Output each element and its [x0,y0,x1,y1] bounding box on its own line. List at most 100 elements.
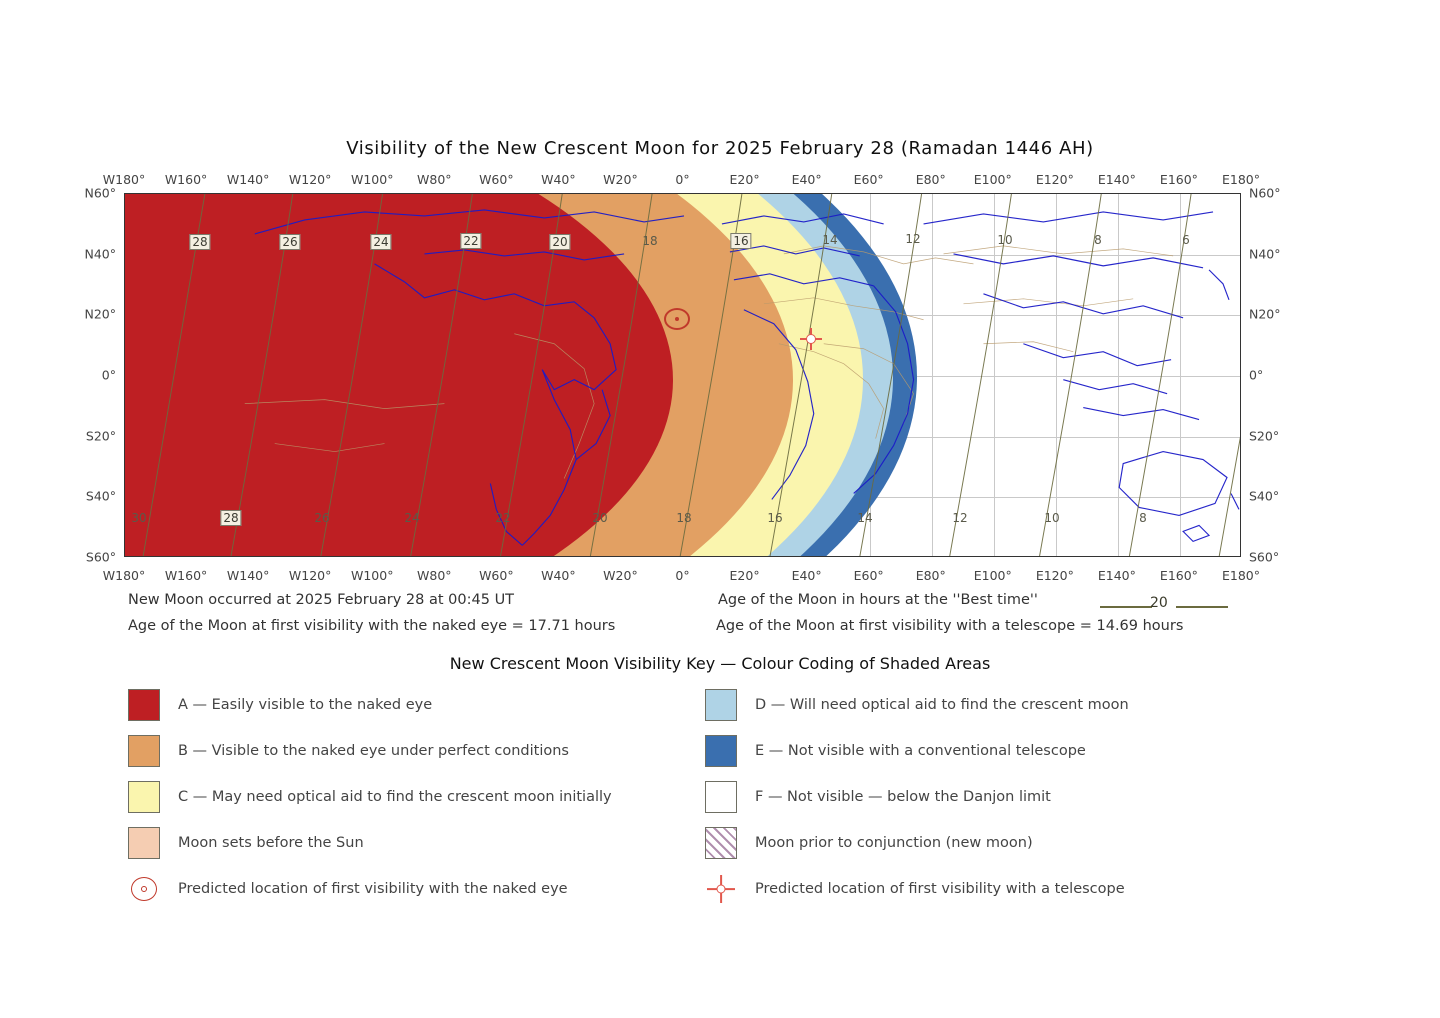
key-item[interactable]: Predicted location of first visibility w… [705,872,1125,906]
telescope-symbol-c [716,884,726,894]
contour-label-10: 10 [997,233,1013,247]
best-time-line-right [1176,606,1228,608]
key-item-label: Moon sets before the Sun [178,835,364,851]
longitude-tick-13: E80° [915,568,946,583]
latitude-tick-4: S20° [85,428,116,444]
note-new-moon: New Moon occurred at 2025 February 28 at… [128,592,515,608]
latitude-tick-2: N20° [1249,306,1281,322]
key-item[interactable]: B — Visible to the naked eye under perfe… [128,734,569,768]
longitude-tick-1: W160° [164,172,208,187]
colour-swatch [128,689,160,721]
contour-label-18: 18 [642,234,658,248]
naked-eye-symbol-dot [141,886,147,892]
visibility-map-page: Visibility of the New Crescent Moon for … [0,0,1440,1018]
key-item[interactable]: Predicted location of first visibility w… [128,872,568,906]
contour-label-16: 16 [730,233,752,249]
best-time-sample-line: 20 [1100,595,1228,613]
contour-label-16: 16 [767,511,783,525]
latitude-tick-2: N20° [84,306,116,322]
telescope-location-marker[interactable] [800,328,822,350]
longitude-tick-6: W60° [479,172,514,187]
key-item-label: B — Visible to the naked eye under perfe… [178,743,569,759]
key-item[interactable]: A — Easily visible to the naked eye [128,688,432,722]
best-time-line-left [1100,606,1152,608]
contour-label-10: 10 [1044,511,1060,525]
longitude-axis-bottom: W180° W160° W140° W120° W100° W80° W60° W40° W20… [103,568,1260,584]
contour-label-14: 14 [822,233,838,247]
telescope-marker-center [806,334,816,344]
page-title: Visibility of the New Crescent Moon for … [346,138,1094,159]
longitude-tick-4: W100° [350,568,394,583]
longitude-tick-14: E100° [973,568,1012,583]
longitude-tick-3: W120° [288,568,332,583]
latitude-axis-right: N60° N40° N20° 0° S20° S40° S60° [1245,186,1307,565]
longitude-tick-5: W80° [417,568,452,583]
naked-eye-location-marker[interactable] [664,308,690,330]
key-item-label: Predicted location of first visibility w… [755,881,1125,897]
note-telescope-age: Age of the Moon at first visibility with… [716,618,1184,634]
longitude-tick-18: E180° [1221,568,1261,583]
note-naked-eye-age: Age of the Moon at first visibility with… [128,618,616,634]
colour-swatch [705,781,737,813]
latitude-axis-left: N60° N40° N20° 0° S20° S40° S60° [60,186,122,565]
naked-eye-marker-dot [675,317,679,321]
longitude-tick-16: E140° [1097,172,1136,187]
latitude-tick-3: 0° [1249,367,1264,383]
longitude-tick-17: E160° [1159,172,1198,187]
note-best-time-label: Age of the Moon in hours at the ''Best t… [718,592,1038,608]
contour-label-8: 8 [1094,233,1102,247]
contour-label-6: 6 [1182,233,1190,247]
longitude-tick-2: W140° [226,568,270,583]
colour-swatch [705,689,737,721]
latitude-tick-1: N40° [84,246,116,262]
contour-label-28: 28 [220,510,242,526]
contour-label-8: 8 [1139,511,1147,525]
longitude-tick-16: E140° [1097,568,1136,583]
key-item-label: F — Not visible — below the Danjon limit [755,789,1051,805]
contour-label-28: 28 [189,234,211,250]
longitude-tick-17: E160° [1159,568,1198,583]
key-item[interactable]: F — Not visible — below the Danjon limit [705,780,1051,814]
contour-label-12: 12 [952,511,968,525]
telescope-symbol-icon [705,873,737,905]
contour-label-30: 30 [131,511,147,525]
key-item[interactable]: D — Will need optical aid to find the cr… [705,688,1129,722]
key-item[interactable]: E — Not visible with a conventional tele… [705,734,1086,768]
hatch-swatch-icon [705,827,737,859]
longitude-tick-8: W20° [603,172,638,187]
latitude-tick-3: 0° [101,367,116,383]
longitude-tick-10: E20° [729,172,760,187]
latitude-tick-1: N40° [1249,246,1281,262]
key-item[interactable]: Moon sets before the Sun [128,826,364,860]
latitude-tick-0: N60° [1249,185,1281,201]
latitude-tick-4: S20° [1249,428,1280,444]
contour-label-20: 20 [592,511,608,525]
longitude-tick-15: E120° [1035,568,1074,583]
longitude-tick-4: W100° [350,172,394,187]
key-item[interactable]: C — May need optical aid to find the cre… [128,780,612,814]
colour-swatch [128,735,160,767]
longitude-tick-15: E120° [1035,172,1074,187]
longitude-axis-top: W180° W160° W140° W120° W100° W80° W60° W40° W20… [103,172,1260,188]
colour-swatch [128,827,160,859]
longitude-tick-3: W120° [288,172,332,187]
contour-label-20: 20 [549,234,571,250]
longitude-tick-11: E40° [791,172,822,187]
colour-swatch [128,781,160,813]
longitude-tick-0: W180° [102,568,146,583]
longitude-tick-13: E80° [915,172,946,187]
key-item[interactable]: Moon prior to conjunction (new moon) [705,826,1033,860]
contour-label-24: 24 [370,234,392,250]
latitude-tick-6: S60° [85,549,116,565]
longitude-tick-9: 0° [675,172,690,187]
contour-label-22: 22 [460,233,482,249]
contour-label-24: 24 [404,511,420,525]
longitude-tick-12: E60° [853,172,884,187]
longitude-tick-7: W40° [541,172,576,187]
longitude-tick-9: 0° [675,568,690,583]
longitude-tick-12: E60° [853,568,884,583]
naked-eye-symbol-icon [128,873,160,905]
key-item-label: E — Not visible with a conventional tele… [755,743,1086,759]
contour-label-18: 18 [676,511,692,525]
colour-swatch [705,735,737,767]
